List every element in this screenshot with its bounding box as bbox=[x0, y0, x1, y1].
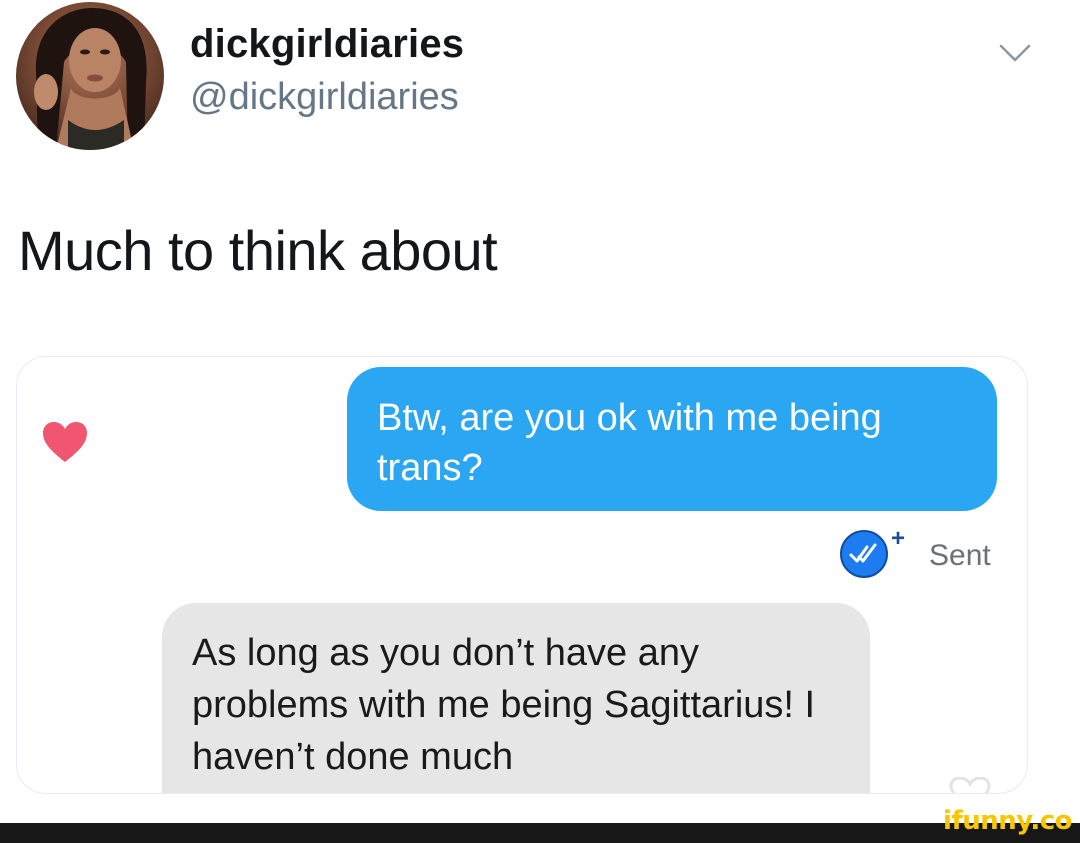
tweet-text: Much to think about bbox=[18, 219, 498, 282]
receipt-plus-badge: + bbox=[891, 525, 906, 552]
profile-photo bbox=[34, 7, 147, 150]
ifunny-watermark: ifunny.co bbox=[943, 806, 1072, 836]
user-handle[interactable]: @dickgirldiaries bbox=[190, 76, 459, 119]
outgoing-message-bubble[interactable]: Btw, are you ok with me being trans? bbox=[347, 367, 997, 511]
chevron-down-icon[interactable] bbox=[995, 38, 1035, 66]
display-name[interactable]: dickgirldiaries bbox=[190, 22, 464, 67]
footer-bar bbox=[0, 823, 1080, 843]
outgoing-message-text: Btw, are you ok with me being trans? bbox=[377, 397, 882, 489]
avatar[interactable] bbox=[16, 2, 164, 150]
incoming-message-text: As long as you don’t have any problems w… bbox=[192, 632, 816, 778]
incoming-message-bubble[interactable]: As long as you don’t have any problems w… bbox=[162, 603, 870, 793]
read-receipt-icon bbox=[840, 530, 888, 578]
faded-heart-icon bbox=[949, 777, 991, 793]
heart-icon[interactable] bbox=[41, 420, 89, 464]
tweet-media-image[interactable]: Btw, are you ok with me being trans? + S… bbox=[16, 356, 1028, 794]
message-status: Sent bbox=[929, 539, 991, 572]
